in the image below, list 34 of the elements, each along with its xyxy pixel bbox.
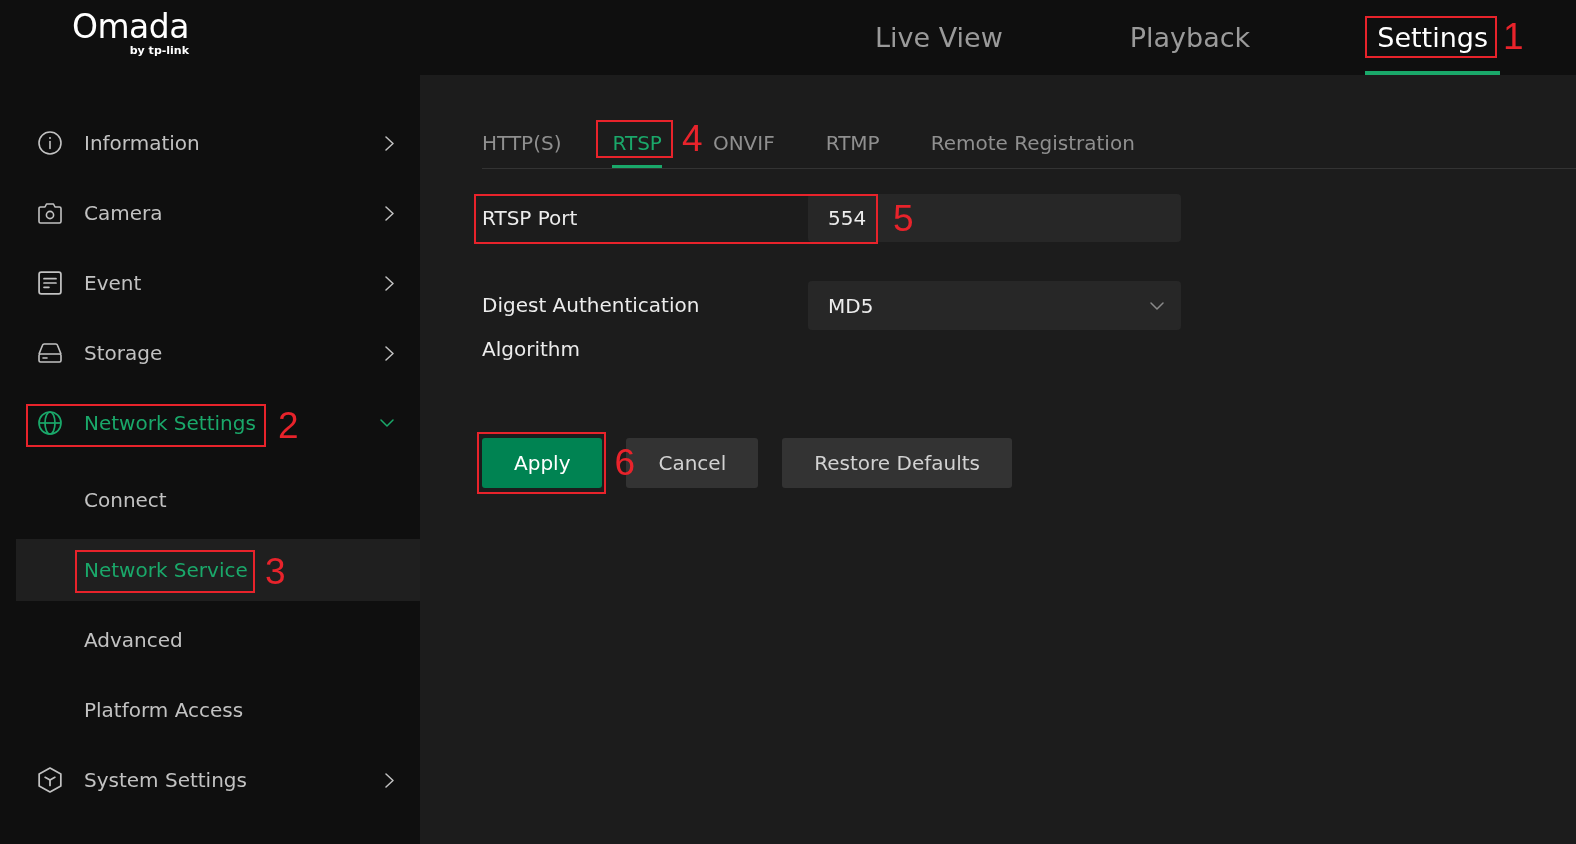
logo-tagline: by tp-link [129,44,189,58]
callout-number: 1 [1503,17,1524,57]
field-label: RTSP Port [482,205,578,232]
tab[interactable]: RTMP [825,120,880,168]
sidebar-item[interactable]: System Settings [0,745,420,815]
drive-icon [38,343,62,363]
action-button[interactable]: Apply [482,438,603,488]
nav-tab[interactable]: Playback [1117,0,1263,75]
cube-icon [38,767,62,793]
sidebar-item[interactable]: Camera [0,178,420,248]
document-icon [38,271,62,295]
nav-tab[interactable]: Live View [862,0,1015,75]
callout-number: 3 [265,551,286,592]
info-icon [38,131,62,155]
sidebar-subitem[interactable]: Advanced [16,609,420,671]
sidebar-subitem[interactable]: Platform Access [16,679,420,741]
select-field[interactable]: MD5 [808,281,1181,330]
chevron-down-icon [1150,301,1164,310]
action-button[interactable]: Restore Defaults [782,438,1012,488]
field-label: Digest Authentication Algorithm [482,292,701,363]
callout-number: 4 [681,119,703,159]
globe-icon [38,411,62,435]
sidebar-item[interactable]: Storage [0,318,420,388]
callout-number: 2 [278,405,299,446]
tab[interactable]: ONVIF [712,120,775,168]
sidebar-subitem[interactable]: Connect [16,469,420,531]
sidebar-item[interactable]: Event [0,248,420,318]
logo-text: Omada [72,10,189,44]
callout-number: 5 [893,199,914,239]
tab[interactable]: RTSP [612,120,662,168]
camera-icon [38,202,62,224]
tab[interactable]: Remote Registration [930,120,1135,168]
sidebar-item[interactable]: Information [0,108,420,178]
tab[interactable]: HTTP(S) [482,120,562,168]
